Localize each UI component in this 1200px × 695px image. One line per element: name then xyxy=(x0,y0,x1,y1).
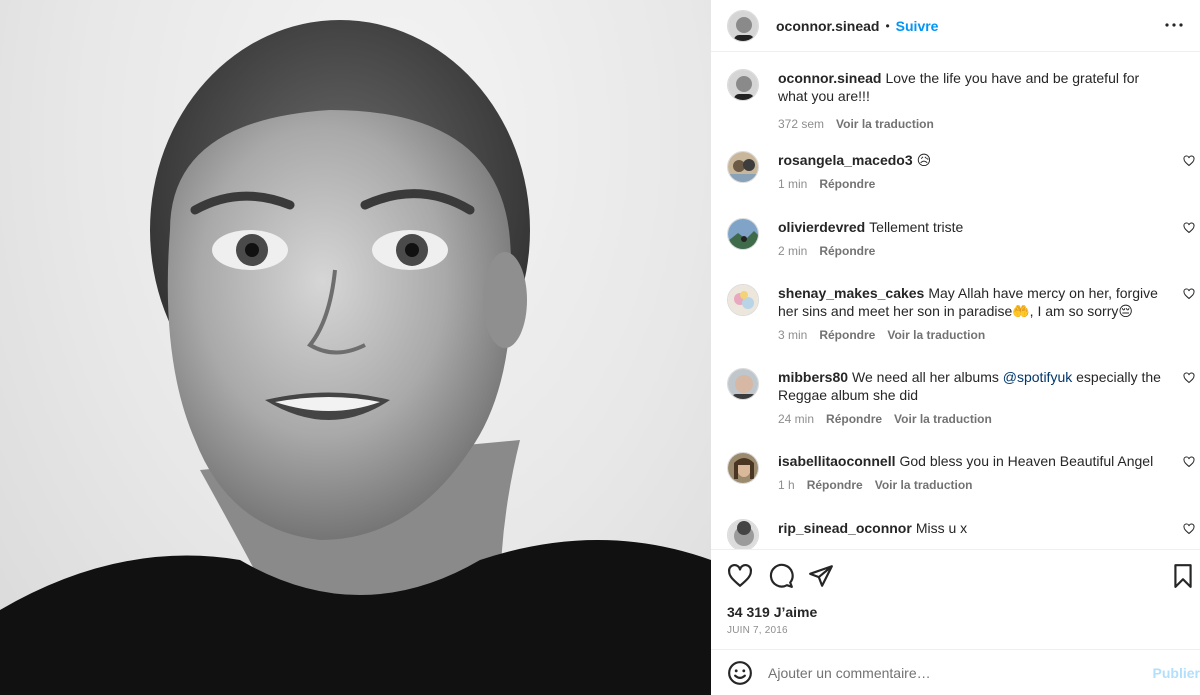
commenter-avatar[interactable] xyxy=(727,519,759,549)
paper-plane-icon[interactable] xyxy=(808,563,834,589)
post-photo[interactable] xyxy=(0,0,711,695)
post-details-panel: oconnor.sinead • Suivre oconnor.sinead Lo… xyxy=(711,0,1200,695)
heart-icon[interactable] xyxy=(1183,155,1195,167)
translate-link[interactable]: Voir la traduction xyxy=(875,478,973,492)
smiley-icon[interactable] xyxy=(727,660,753,686)
author-avatar[interactable] xyxy=(727,9,759,42)
author-username[interactable]: oconnor.sinead xyxy=(776,18,879,34)
comment-text: Tellement triste xyxy=(869,219,964,235)
comment-bubble-icon[interactable] xyxy=(768,563,794,589)
reply-button[interactable]: Répondre xyxy=(819,177,875,191)
heart-icon[interactable] xyxy=(1183,456,1195,468)
comments-list[interactable]: oconnor.sinead Love the life you have and… xyxy=(711,53,1200,549)
comment-text-before: We need all her albums xyxy=(852,369,1003,385)
portrait-image xyxy=(0,20,711,695)
author-avatar[interactable] xyxy=(727,69,759,101)
comment-time: 3 min xyxy=(778,328,808,342)
caption-meta: 372 sem Voir la traduction xyxy=(778,117,1170,131)
reply-button[interactable]: Répondre xyxy=(826,412,882,426)
comment-username[interactable]: rosangela_macedo3 xyxy=(778,152,913,168)
comment-text: God bless you in Heaven Beautiful Angel xyxy=(899,453,1154,469)
comment-meta: 1 h Répondre Voir la traduction xyxy=(778,478,1170,492)
mention-link[interactable]: @spotifyuk xyxy=(1003,369,1072,385)
comment-input[interactable] xyxy=(768,665,1138,681)
list-item: shenay_makes_cakes May Allah have mercy o… xyxy=(727,284,1197,342)
list-item: isabellitaoconnell God bless you in Heave… xyxy=(727,452,1197,492)
reply-button[interactable]: Répondre xyxy=(819,244,875,258)
comment-text: Miss u x xyxy=(915,520,968,536)
commenter-avatar[interactable] xyxy=(727,284,759,316)
caption-time: 372 sem xyxy=(778,117,825,131)
comment-username[interactable]: shenay_makes_cakes xyxy=(778,285,924,301)
caption: oconnor.sinead Love the life you have and… xyxy=(727,69,1197,131)
translate-link[interactable]: Voir la traduction xyxy=(894,412,992,426)
list-item: olivierdevred Tellement triste 2 min Répo… xyxy=(727,218,1197,258)
comment-meta: 2 min Répondre xyxy=(778,244,1170,258)
publish-button[interactable]: Publier xyxy=(1153,665,1200,681)
list-item: rip_sinead_oconnor Miss u x xyxy=(727,519,1197,549)
comment-username[interactable]: rip_sinead_oconnor xyxy=(778,520,912,536)
commenter-avatar[interactable] xyxy=(727,368,759,400)
commenter-avatar[interactable] xyxy=(727,151,759,183)
separator-dot: • xyxy=(885,18,890,33)
follow-button[interactable]: Suivre xyxy=(896,18,939,34)
comment-time: 1 h xyxy=(778,478,795,492)
reply-button[interactable]: Répondre xyxy=(807,478,863,492)
likes-count[interactable]: 34 319 J’aime xyxy=(727,604,817,620)
comment-text: 😥 xyxy=(916,152,932,168)
comment-time: 2 min xyxy=(778,244,808,258)
commenter-avatar[interactable] xyxy=(727,218,759,250)
caption-text: oconnor.sinead Love the life you have and… xyxy=(778,69,1170,105)
list-item: rosangela_macedo3 😥 1 min Répondre xyxy=(727,151,1197,191)
heart-icon[interactable] xyxy=(1183,523,1195,535)
list-item: mibbers80 We need all her albums @spotify… xyxy=(727,368,1197,426)
comment-username[interactable]: mibbers80 xyxy=(778,369,848,385)
post-header: oconnor.sinead • Suivre xyxy=(711,0,1200,52)
heart-icon[interactable] xyxy=(1183,288,1195,300)
heart-icon[interactable] xyxy=(1183,372,1195,384)
add-comment-bar: Publier xyxy=(711,649,1200,695)
comment-meta: 1 min Répondre xyxy=(778,177,1170,191)
post-actions: 34 319 J’aime JUIN 7, 2016 Publier xyxy=(711,549,1200,695)
comment-time: 1 min xyxy=(778,177,808,191)
heart-icon[interactable] xyxy=(727,563,753,589)
translate-link[interactable]: Voir la traduction xyxy=(887,328,985,342)
heart-icon[interactable] xyxy=(1183,222,1195,234)
comment-meta: 3 min Répondre Voir la traduction xyxy=(778,328,1170,342)
comment-username[interactable]: olivierdevred xyxy=(778,219,865,235)
caption-username[interactable]: oconnor.sinead xyxy=(778,70,881,86)
translate-link[interactable]: Voir la traduction xyxy=(836,117,934,131)
reply-button[interactable]: Répondre xyxy=(819,328,875,342)
comment-time: 24 min xyxy=(778,412,815,426)
more-horizontal-icon[interactable] xyxy=(1162,13,1186,37)
post-date: JUIN 7, 2016 xyxy=(727,625,788,636)
comment-meta: 24 min Répondre Voir la traduction xyxy=(778,412,1170,426)
comment-username[interactable]: isabellitaoconnell xyxy=(778,453,895,469)
commenter-avatar[interactable] xyxy=(727,452,759,484)
bookmark-icon[interactable] xyxy=(1170,563,1196,589)
